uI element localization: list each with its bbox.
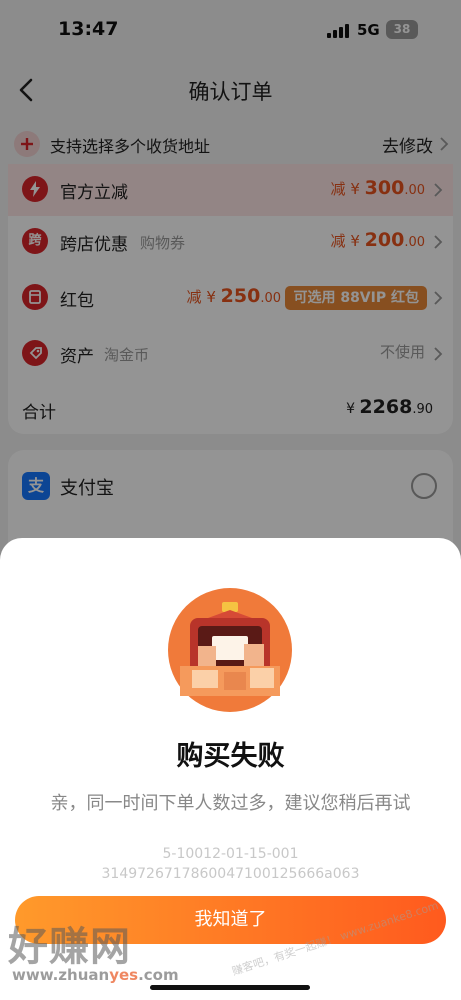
watermark-logo: 好赚网 xyxy=(8,924,131,970)
dialog-title: 购买失败 xyxy=(176,741,285,772)
home-indicator xyxy=(150,985,310,990)
busy-store-illustration xyxy=(168,588,292,712)
error-code: 5-10012-01-15-001 3149726717860047100125… xyxy=(24,844,437,884)
watermark-url: www.zhuanyes.com xyxy=(12,966,179,984)
dialog-message: 亲，同一时间下单人数过多，建议您稍后再试 xyxy=(50,793,411,814)
error-code-line: 5-10012-01-15-001 xyxy=(162,846,299,862)
error-code-line: 3149726717860047100125666a063 xyxy=(101,866,360,882)
